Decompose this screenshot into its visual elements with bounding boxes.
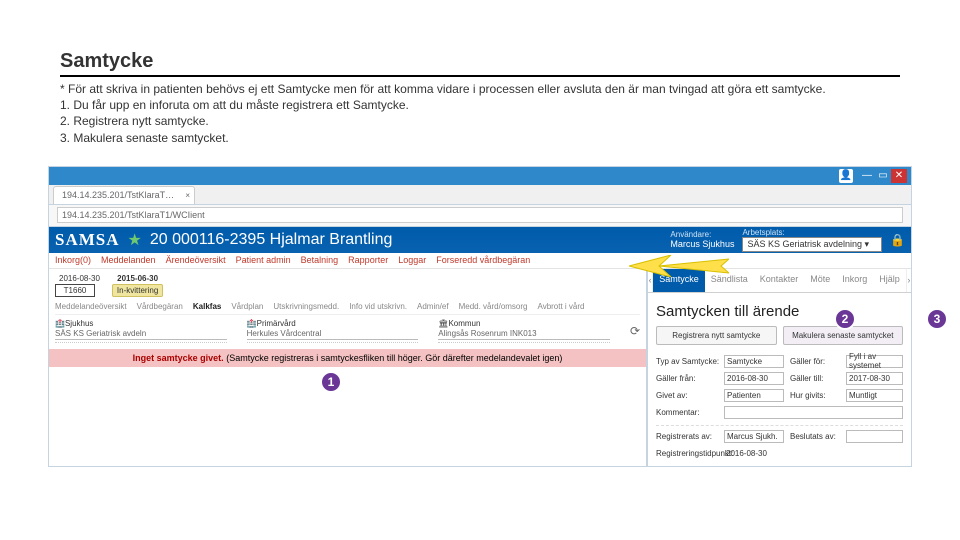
lock-icon[interactable]: 🔒 bbox=[890, 233, 905, 247]
user-label: Användare: bbox=[670, 230, 734, 239]
date-2: 2015-06-30 bbox=[112, 273, 163, 284]
user-value: Marcus Sjukhus bbox=[670, 239, 734, 249]
subnav-item-active[interactable]: Kalkfas bbox=[193, 302, 221, 311]
input-from[interactable]: 2016-08-30 bbox=[724, 372, 784, 385]
sidebar-next-icon[interactable]: › bbox=[906, 269, 911, 292]
input-how[interactable]: Muntligt bbox=[846, 389, 903, 402]
tab-kontakter[interactable]: Kontakter bbox=[754, 269, 805, 292]
tab-hjalp[interactable]: Hjälp bbox=[873, 269, 906, 292]
lbl-to: Gäller till: bbox=[790, 374, 840, 383]
menu-patient-admin[interactable]: Patient admin bbox=[236, 255, 291, 265]
input-given[interactable]: Patienten bbox=[724, 389, 784, 402]
menu-reports[interactable]: Rapporter bbox=[348, 255, 388, 265]
lbl-type: Typ av Samtycke: bbox=[656, 357, 718, 366]
menu-payment[interactable]: Betalning bbox=[301, 255, 339, 265]
workplace-select[interactable]: SÄS KS Geriatrisk avdelning ▾ bbox=[742, 237, 882, 252]
subnav-item[interactable]: Utskrivningsmedd. bbox=[273, 302, 339, 311]
provider-hospital-value[interactable]: SÄS KS Geriatrisk avdeln bbox=[55, 328, 227, 340]
menu-logs[interactable]: Loggar bbox=[398, 255, 426, 265]
menu-prepared-care[interactable]: Forseredd vårdbegäran bbox=[436, 255, 530, 265]
consent-warning-text: (Samtycke registreras i samtyckesfliken … bbox=[226, 353, 562, 363]
lbl-regtime: Registreringstidpunkt: bbox=[656, 449, 718, 458]
lbl-decided: Beslutats av: bbox=[790, 432, 840, 441]
input-decided[interactable] bbox=[846, 430, 903, 443]
provider-hospital-label: Sjukhus bbox=[65, 319, 93, 328]
maximize-button[interactable]: ▭ bbox=[875, 169, 891, 183]
annotation-3: 3 bbox=[926, 308, 948, 330]
input-regby: Marcus Sjukh. bbox=[724, 430, 784, 443]
app-logo: SAMSA bbox=[55, 230, 120, 250]
menu-overview[interactable]: Ärendeöversikt bbox=[166, 255, 226, 265]
subnav-item[interactable]: Avbrott i vård bbox=[538, 302, 585, 311]
sidebar-title: Samtycken till ärende bbox=[656, 303, 903, 320]
lbl-given: Givet av: bbox=[656, 391, 718, 400]
consent-warning-title: Inget samtycke givet. bbox=[133, 353, 224, 363]
menu-messages[interactable]: Meddelanden bbox=[101, 255, 156, 265]
value-regtime: 2016-08-30 bbox=[724, 447, 903, 460]
input-galler[interactable]: Fyll i av systemet bbox=[846, 355, 903, 368]
sub-nav: Meddelandeöversikt Vårdbegäran Kalkfas V… bbox=[55, 299, 640, 315]
slide-bullet: 3. Makulera senaste samtycket. bbox=[60, 130, 900, 146]
provider-primary-value[interactable]: Herkules Vårdcentral bbox=[247, 328, 419, 340]
slide-bullet: 2. Registrera nytt samtycke. bbox=[60, 113, 900, 129]
subnav-item[interactable]: Meddelandeöversikt bbox=[55, 302, 127, 311]
subnav-item[interactable]: Vårdplan bbox=[231, 302, 263, 311]
annotation-1: 1 bbox=[320, 371, 342, 393]
code-box[interactable]: T1660 bbox=[55, 284, 95, 297]
browser-tabbar: 194.14.235.201/TstKlaraT… × bbox=[49, 185, 911, 205]
slide-bullet: 1. Du får upp en inforuta om att du måst… bbox=[60, 97, 900, 113]
tab-inkorg[interactable]: Inkorg bbox=[836, 269, 873, 292]
input-comment[interactable] bbox=[724, 406, 903, 419]
address-bar[interactable]: 194.14.235.201/TstKlaraT1/WCIient bbox=[57, 207, 903, 223]
star-icon[interactable]: ★ bbox=[128, 230, 142, 250]
browser-tab[interactable]: 194.14.235.201/TstKlaraT… × bbox=[53, 186, 195, 204]
lbl-galler: Gäller för: bbox=[790, 357, 840, 366]
subnav-item[interactable]: Info vid utskrivn. bbox=[349, 302, 407, 311]
close-tab-icon[interactable]: × bbox=[185, 191, 190, 200]
consent-form: Typ av Samtycke: Samtycke Gäller för: Fy… bbox=[656, 355, 903, 460]
consent-warning: Inget samtycke givet. (Samtycke registre… bbox=[49, 349, 646, 367]
lbl-regby: Registrerats av: bbox=[656, 432, 718, 441]
patient-header: 20 000116-2395 Hjalmar Brantling bbox=[150, 231, 393, 249]
slide-bullet: * För att skriva in patienten behövs ej … bbox=[60, 81, 900, 97]
browser-window: 👤 — ▭ ✕ 194.14.235.201/TstKlaraT… × 194.… bbox=[48, 166, 912, 467]
provider-municipality-value[interactable]: Alingsås Rosenrum INK013 bbox=[438, 328, 610, 340]
close-button[interactable]: ✕ bbox=[891, 169, 907, 183]
workplace-label: Arbetsplats: bbox=[742, 228, 882, 237]
date-1: 2016-08-30 bbox=[55, 273, 104, 284]
slide-title: Samtycke bbox=[60, 50, 900, 77]
subnav-item[interactable]: Medd. vård/omsorg bbox=[459, 302, 528, 311]
provider-municipality-label: Kommun bbox=[448, 319, 480, 328]
subnav-item[interactable]: Vårdbegäran bbox=[137, 302, 183, 311]
subnav-item[interactable]: Admin/ef bbox=[417, 302, 449, 311]
main-menu: Inkorg(0) Meddelanden Ärendeöversikt Pat… bbox=[49, 253, 911, 269]
sidebar: ‹ Samtycke Sändlista Kontakter Möte Inko… bbox=[646, 269, 911, 466]
minimize-button[interactable]: — bbox=[859, 169, 875, 183]
lbl-from: Gäller från: bbox=[656, 374, 718, 383]
lbl-comment: Kommentar: bbox=[656, 408, 718, 417]
user-avatar-icon[interactable]: 👤 bbox=[839, 169, 853, 183]
status-badge[interactable]: In-kvittering bbox=[112, 284, 163, 297]
register-consent-button[interactable]: Registrera nytt samtycke bbox=[656, 326, 777, 345]
menu-inbox[interactable]: Inkorg(0) bbox=[55, 255, 91, 265]
provider-primary-label: Primärvård bbox=[257, 319, 296, 328]
url-text: 194.14.235.201/TstKlaraT1/WCIient bbox=[62, 210, 205, 220]
tab-mote[interactable]: Möte bbox=[804, 269, 836, 292]
input-to[interactable]: 2017-08-30 bbox=[846, 372, 903, 385]
lbl-how: Hur givits: bbox=[790, 391, 840, 400]
input-type[interactable]: Samtycke bbox=[724, 355, 784, 368]
tab-label: 194.14.235.201/TstKlaraT… bbox=[62, 190, 174, 200]
annotation-2: 2 bbox=[834, 308, 856, 330]
refresh-icon[interactable]: ⟳ bbox=[630, 324, 640, 338]
app-header: SAMSA ★ 20 000116-2395 Hjalmar Brantling… bbox=[49, 227, 911, 253]
